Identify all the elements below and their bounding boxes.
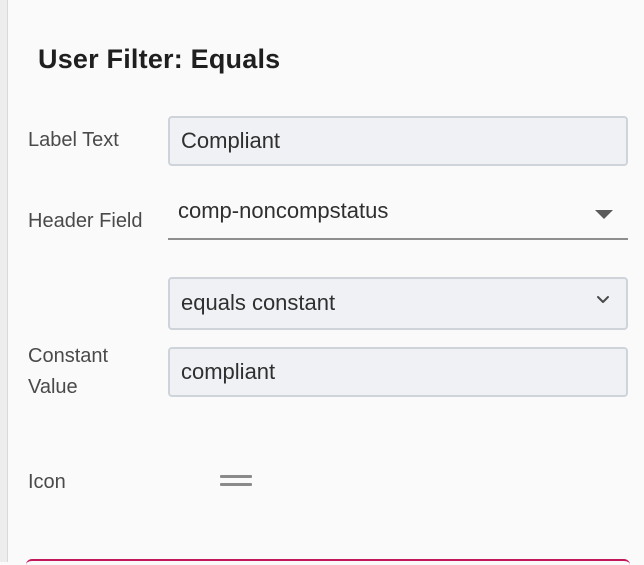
dialog-title: User Filter: Equals (38, 44, 281, 74)
left-rail (0, 0, 8, 562)
comparison-value: equals constant (181, 290, 336, 315)
user-filter-panel: User Filter: Equals Label Text Compliant… (8, 0, 644, 562)
label-text-input[interactable]: Compliant (168, 116, 628, 166)
icon-label: Icon (28, 471, 66, 493)
comparison-select[interactable]: equals constant (168, 277, 628, 330)
constant-value-input[interactable]: compliant (168, 347, 628, 397)
drag-handle-icon[interactable] (220, 475, 252, 489)
constant-value-label-line1: Constant (28, 345, 109, 367)
constant-value-label: Constant Value (28, 341, 108, 403)
header-field-label: Header Field (28, 210, 143, 232)
header-field-select[interactable]: comp-noncompstatus (168, 190, 628, 240)
constant-value-label-line2: Value (28, 376, 78, 398)
label-text-label: Label Text (28, 129, 119, 151)
header-field-value: comp-noncompstatus (178, 198, 389, 223)
chevron-down-icon[interactable] (596, 295, 610, 305)
primary-button-edge[interactable] (26, 559, 630, 565)
triangle-down-icon[interactable] (595, 210, 613, 219)
